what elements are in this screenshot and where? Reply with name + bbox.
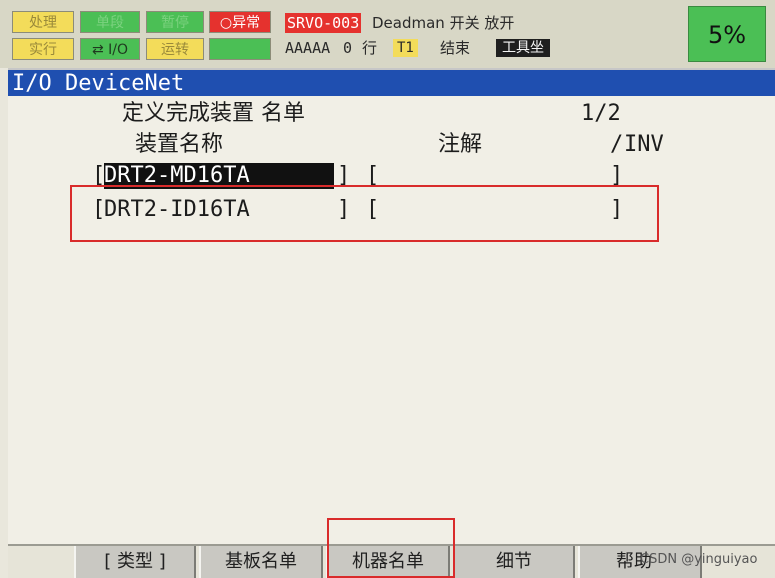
- led-tcyc: [209, 38, 271, 60]
- program-name: AAAAA: [285, 39, 331, 57]
- led-fault: ○异常: [209, 11, 271, 33]
- line-number: 0: [343, 39, 353, 57]
- led-busy: 处理: [12, 11, 74, 33]
- io-plug-icon: ⇄: [91, 42, 109, 58]
- override-indicator: 5%: [688, 6, 766, 62]
- alarm-code: SRVO-003: [285, 13, 362, 33]
- page-indicator: 1/2: [581, 101, 621, 126]
- screen-title: I/O DeviceNet: [8, 68, 775, 96]
- led-io: ⇄ I/O: [80, 38, 140, 60]
- list-subtitle: 定义完成装置 名单: [122, 101, 305, 126]
- highlight-box-device-row: [70, 185, 659, 242]
- highlight-box-device-list-key: [327, 518, 455, 578]
- column-header-comment: 注解: [438, 132, 483, 157]
- fkey-type[interactable]: [ 类型 ]: [74, 546, 196, 578]
- fault-circle-icon: ○: [219, 15, 233, 31]
- fkey-board-list[interactable]: 基板名单: [199, 546, 323, 578]
- frame-badge: 工具坐: [496, 39, 550, 57]
- watermark-text: CSDN @yinguiyao: [640, 552, 758, 567]
- led-run: 实行: [12, 38, 74, 60]
- column-header-inv: INV: [624, 132, 664, 157]
- column-header-name: 装置名称: [135, 132, 224, 157]
- program-state: 结束: [440, 39, 471, 57]
- alarm-message: Deadman 开关 放开: [372, 14, 515, 32]
- led-hold: 暂停: [146, 11, 204, 33]
- led-prod: 运转: [146, 38, 204, 60]
- column-header-slash: /: [610, 132, 624, 157]
- mode-badge: T1: [393, 39, 418, 57]
- line-label: 行: [362, 39, 378, 57]
- led-step: 单段: [80, 11, 140, 33]
- fkey-detail[interactable]: 细节: [453, 546, 575, 578]
